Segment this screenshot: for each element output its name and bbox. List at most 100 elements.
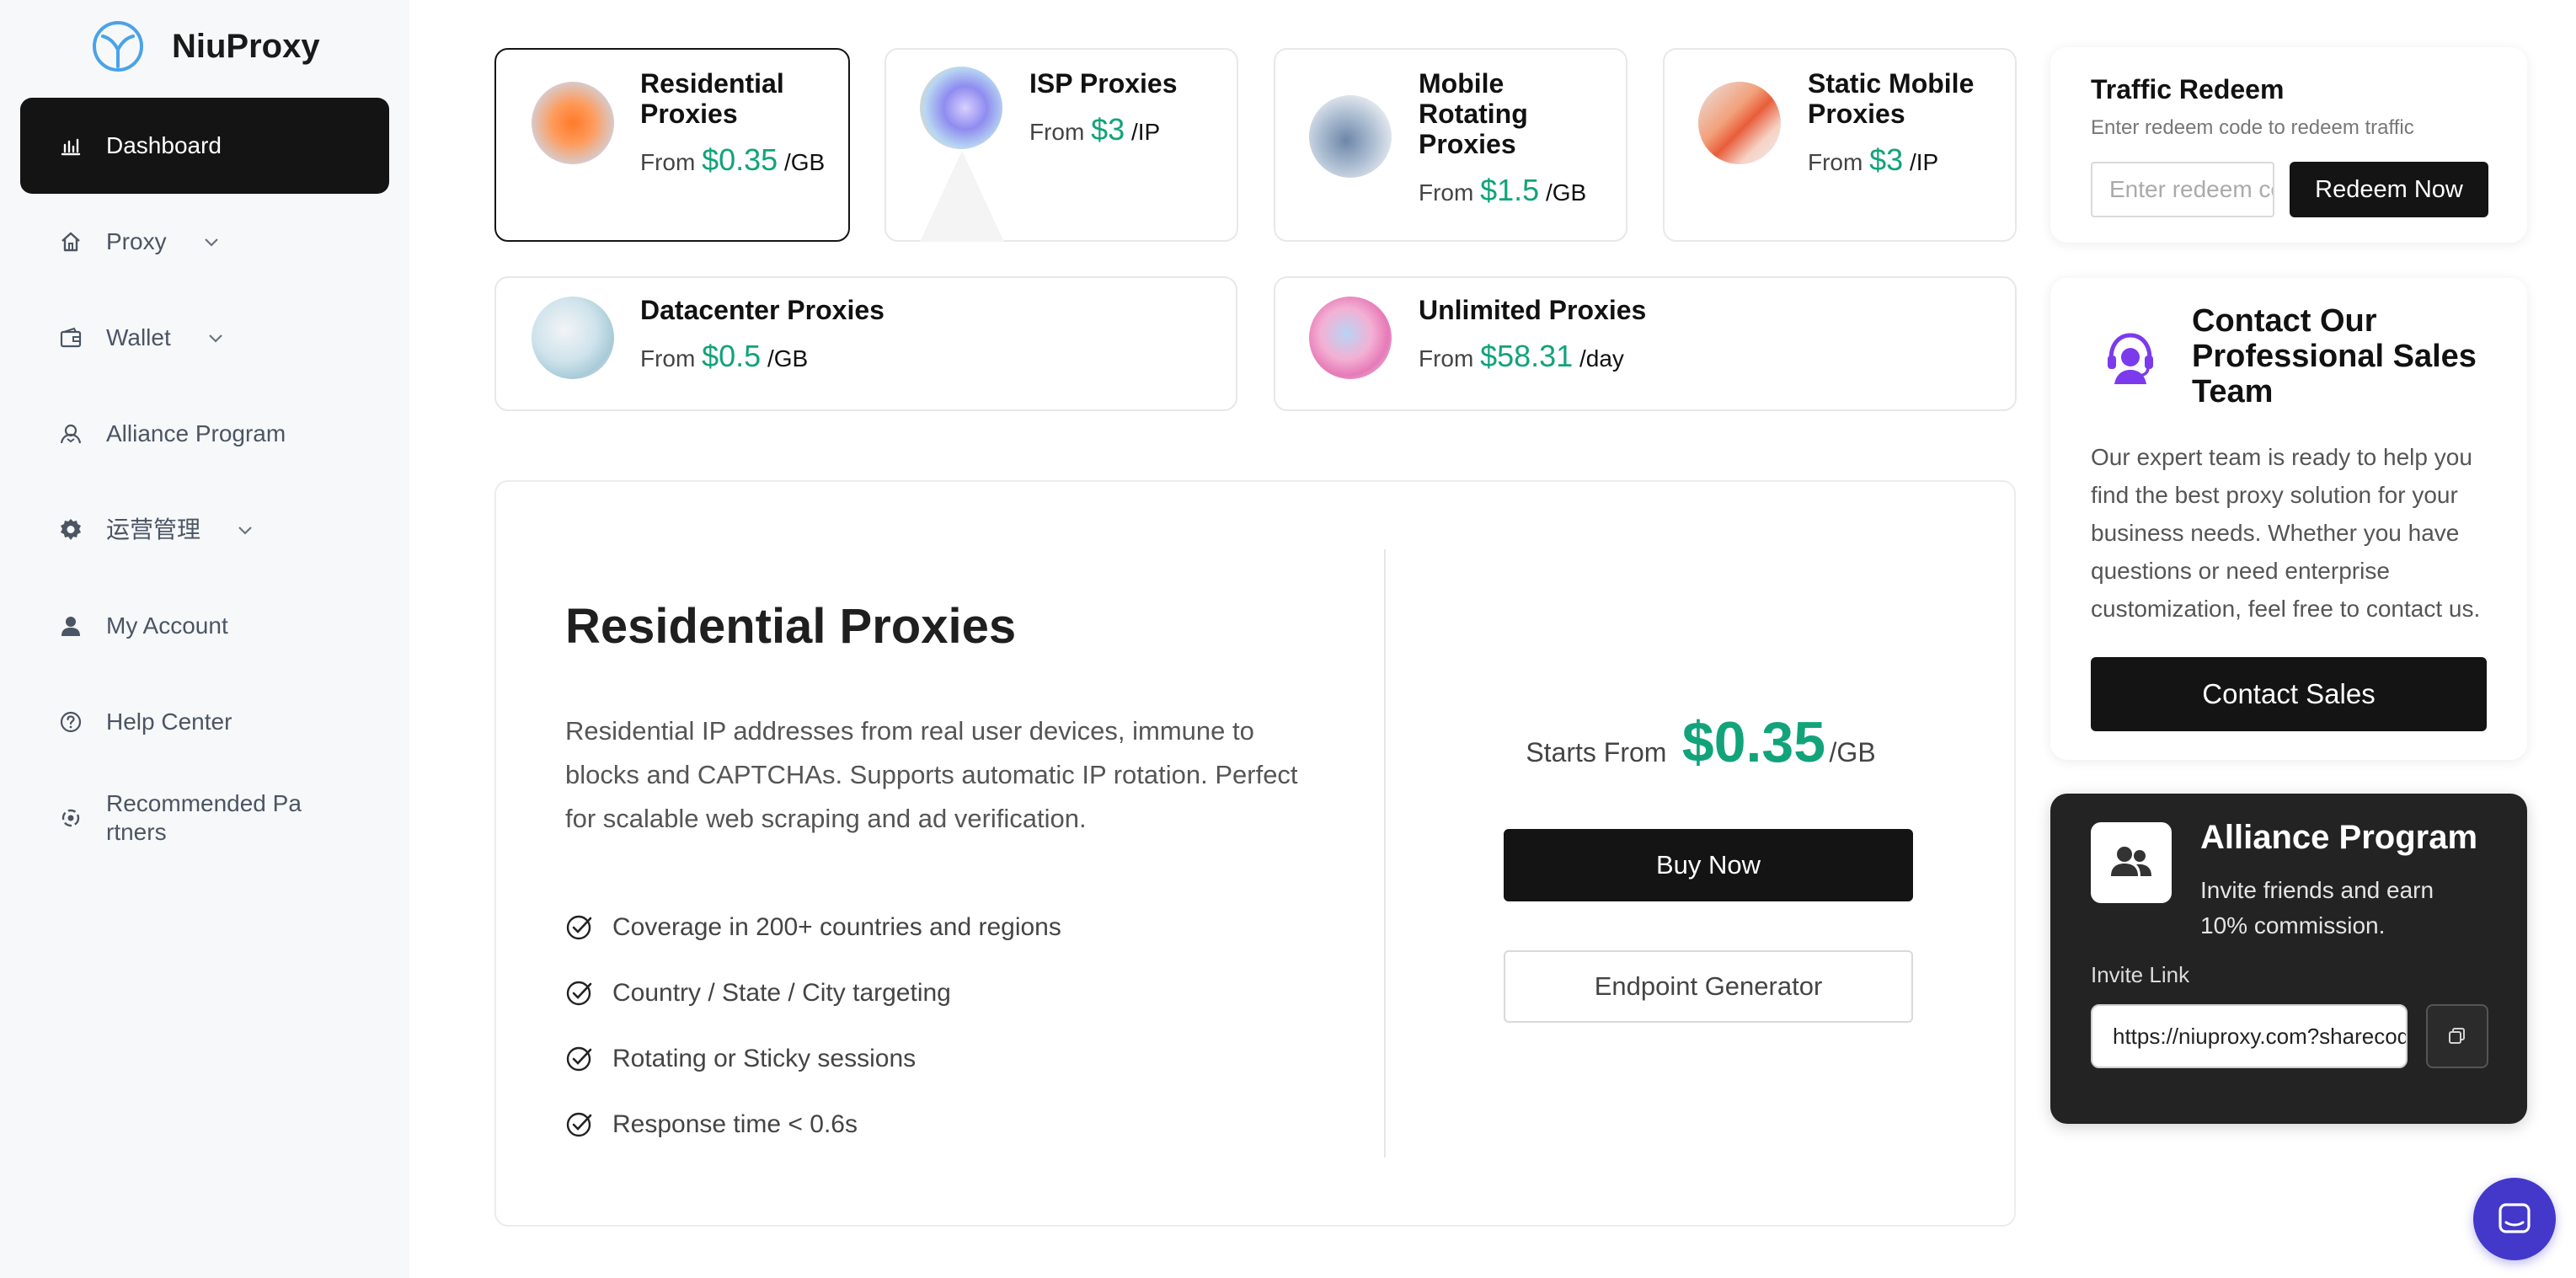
check-circle-icon (566, 1046, 592, 1072)
product-thumbnail (1309, 95, 1392, 178)
price-unit: /GB (783, 149, 826, 175)
product-card-static-mobile[interactable]: Static Mobile Proxies From $3 /IP (1663, 48, 2017, 242)
price-from-label: From (1808, 149, 1863, 175)
product-card-datacenter[interactable]: Datacenter Proxies From $0.5 /GB (494, 276, 1237, 411)
home-icon (57, 228, 84, 255)
price-unit: /GB (1829, 737, 1876, 767)
feature-list: Coverage in 200+ countries and regions C… (565, 895, 1061, 1158)
product-thumbnail (1698, 82, 1781, 164)
product-card-unlimited[interactable]: Unlimited Proxies From $58.31 /day (1274, 276, 2017, 411)
chevron-down-icon (208, 334, 222, 343)
sidebar-item-label: 运营管理 (106, 516, 201, 543)
price-value: $3 (1091, 112, 1125, 147)
price-value: $0.35 (1681, 710, 1826, 774)
sidebar-nav: Dashboard Proxy Wallet Alliance Program (20, 98, 389, 866)
price-value: $58.31 (1480, 339, 1574, 373)
contact-sales-card: Contact Our Professional Sales Team Our … (2050, 278, 2527, 760)
check-circle-icon (566, 915, 592, 940)
price-from-label: From (1419, 179, 1474, 206)
brand[interactable]: NiuProxy (91, 19, 320, 74)
product-thumbnail (920, 67, 1002, 149)
sidebar-item-proxy[interactable]: Proxy (20, 194, 389, 290)
sidebar-item-alliance[interactable]: Alliance Program (20, 386, 389, 482)
buy-now-button[interactable]: Buy Now (1504, 829, 1913, 901)
detail-title: Residential Proxies (565, 599, 1017, 654)
wallet-icon (57, 324, 84, 351)
price-value: $1.5 (1480, 173, 1540, 207)
sidebar-item-dashboard[interactable]: Dashboard (20, 98, 389, 194)
product-card-residential[interactable]: Residential Proxies From $0.35 /GB (494, 48, 850, 242)
sidebar-item-label: My Account (106, 612, 228, 639)
product-thumbnail (532, 297, 614, 379)
sidebar-item-label: Recommended Pa rtners (106, 790, 302, 845)
traffic-redeem-card: Traffic Redeem Enter redeem code to rede… (2050, 47, 2527, 243)
price-value: $0.35 (702, 142, 778, 177)
gear-icon (57, 516, 84, 543)
product-title: Mobile Rotating Proxies (1419, 68, 1528, 159)
alliance-subtitle: Invite friends and earn 10% commission. (2200, 877, 2434, 938)
price-unit: /IP (1909, 149, 1939, 175)
contact-sales-button[interactable]: Contact Sales (2091, 657, 2487, 731)
price-unit: /GB (767, 345, 809, 372)
price-from-label: From (640, 149, 696, 175)
feature-item: Country / State / City targeting (565, 960, 1061, 1026)
sidebar: NiuProxy Dashboard Proxy Wallet Alliance… (0, 0, 409, 1278)
product-price: From $0.35 /GB (640, 142, 825, 178)
invite-link-field[interactable] (2091, 1004, 2408, 1068)
sidebar-item-label: Alliance Program (106, 420, 286, 446)
chevron-down-icon (204, 238, 218, 247)
product-card-isp[interactable]: ISP Proxies From $3 /IP (884, 48, 1238, 242)
brand-name: NiuProxy (172, 27, 320, 65)
sidebar-item-label: Wallet (106, 324, 171, 350)
feature-text: Response time < 0.6s (612, 1110, 858, 1138)
redeem-subtitle: Enter redeem code to redeem traffic (2091, 116, 2414, 139)
alliance-program-card: Alliance Program Invite friends and earn… (2050, 794, 2527, 1124)
product-card-mobile-rotating[interactable]: Mobile Rotating Proxies From $1.5 /GB (1274, 48, 1627, 242)
check-circle-icon (566, 981, 592, 1006)
sidebar-item-label: Help Center (106, 709, 232, 735)
feature-item: Rotating or Sticky sessions (565, 1026, 1061, 1092)
redeem-code-input[interactable] (2091, 162, 2274, 217)
chevron-down-icon (238, 527, 252, 535)
chat-support-button[interactable] (2473, 1178, 2556, 1260)
feature-text: Country / State / City targeting (612, 979, 951, 1007)
feature-text: Coverage in 200+ countries and regions (612, 913, 1061, 941)
product-thumbnail (1309, 297, 1392, 379)
product-price: From $1.5 /GB (1419, 173, 1586, 208)
starting-price: Starts From $0.35 /GB (1381, 709, 2021, 775)
price-from-label: From (640, 345, 696, 372)
feature-item: Coverage in 200+ countries and regions (565, 895, 1061, 960)
sidebar-item-wallet[interactable]: Wallet (20, 290, 389, 386)
chat-icon (2499, 1203, 2531, 1233)
sales-text: Our expert team is ready to help you fin… (2091, 444, 2481, 622)
user-icon (57, 612, 84, 639)
feature-text: Rotating or Sticky sessions (612, 1045, 917, 1072)
endpoint-generator-button[interactable]: Endpoint Generator (1504, 950, 1913, 1023)
product-price: From $3 /IP (1029, 112, 1160, 147)
feature-item: Response time < 0.6s (565, 1092, 1061, 1158)
invite-link-label: Invite Link (2091, 962, 2190, 987)
copy-icon (2449, 1028, 2465, 1044)
logo-icon (93, 21, 143, 72)
price-unit: /day (1579, 345, 1624, 372)
sales-title: Contact Our Professional Sales Team (2192, 303, 2477, 409)
copy-button[interactable] (2426, 1004, 2488, 1068)
sidebar-item-help-center[interactable]: Help Center (20, 674, 389, 770)
detail-description: Residential IP addresses from real user … (565, 716, 1298, 833)
group-icon (2091, 822, 2172, 903)
sidebar-item-my-account[interactable]: My Account (20, 578, 389, 674)
price-value: $0.5 (702, 339, 762, 373)
chart-icon (57, 132, 84, 159)
redeem-now-button[interactable]: Redeem Now (2290, 162, 2488, 217)
price-unit: /GB (1545, 179, 1587, 206)
sidebar-item-recommended-partners[interactable]: Recommended Pa rtners (20, 770, 389, 866)
partners-icon (57, 805, 84, 832)
sidebar-item-operations[interactable]: 运营管理 (20, 482, 389, 578)
price-from-label: From (1419, 345, 1474, 372)
redeem-title: Traffic Redeem (2091, 74, 2285, 104)
sidebar-item-label: Proxy (106, 228, 167, 254)
product-price: From $3 /IP (1808, 142, 1938, 178)
product-title: Datacenter Proxies (640, 295, 884, 325)
product-thumbnail (532, 82, 614, 164)
check-circle-icon (566, 1112, 592, 1137)
